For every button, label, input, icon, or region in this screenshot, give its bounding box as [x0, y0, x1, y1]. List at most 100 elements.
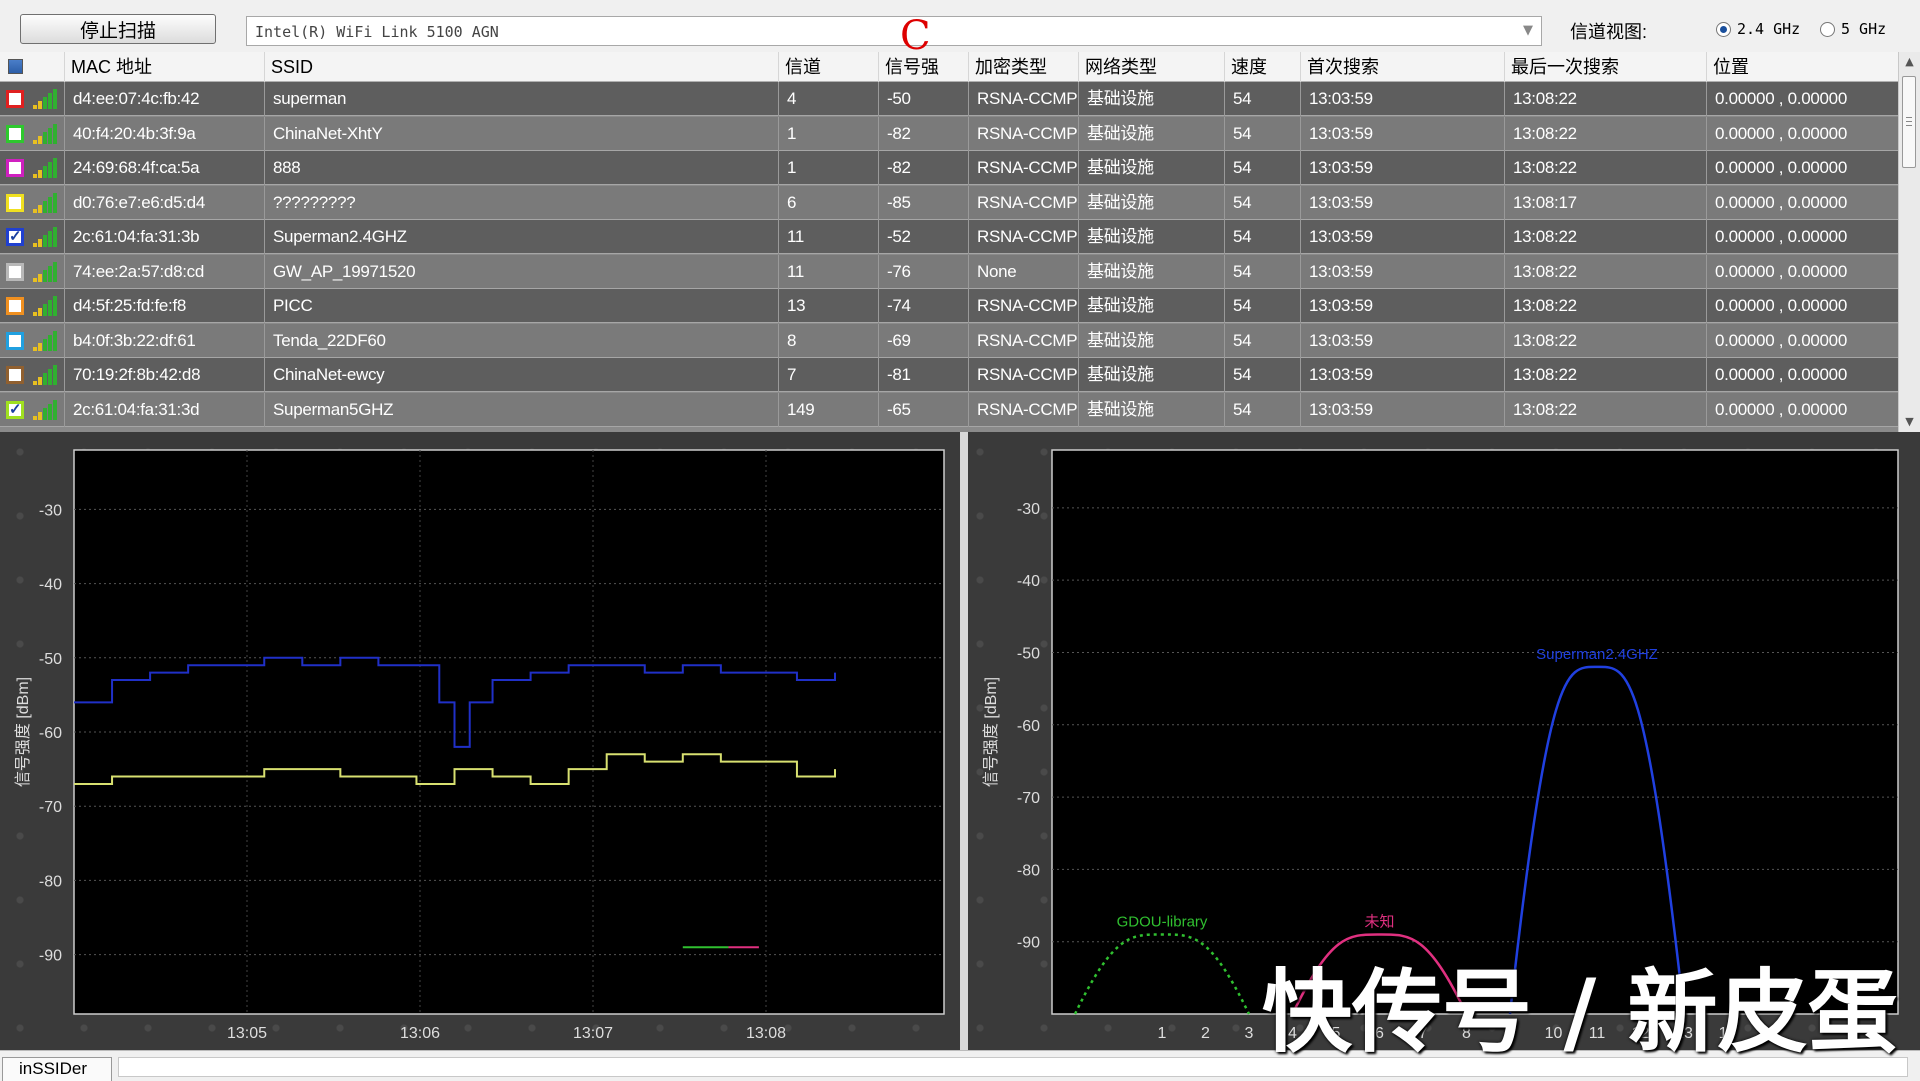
radio-selected-icon[interactable]	[1716, 21, 1731, 37]
cell-channel: 7	[778, 358, 878, 392]
cell-ssid: 888	[264, 151, 778, 185]
table-row[interactable]: b4:0f:3b:22:df:61 Tenda_22DF60 8 -69 RSNA-CC…	[0, 323, 1898, 358]
cell-location: 0.00000 , 0.00000	[1706, 82, 1898, 116]
table-row[interactable]: ✓ 2c:61:04:fa:31:3b Superman2.4GHZ 11 -52 RSN…	[0, 220, 1898, 254]
y-tick-label: -40	[39, 577, 62, 594]
col-location[interactable]: 位置	[1706, 52, 1898, 82]
table-scrollbar[interactable]: ▲ ▼	[1898, 52, 1920, 432]
signal-bars-icon	[33, 399, 57, 420]
col-ssid[interactable]: SSID	[264, 52, 778, 82]
x-tick-label: 1	[1158, 1025, 1167, 1042]
signal-bars-icon	[33, 123, 57, 144]
table-row[interactable]: d4:5f:25:fd:fe:f8 PICC 13 -74 RSNA-CCMP 基础设施 5…	[0, 289, 1898, 323]
y-tick-label: -70	[39, 799, 62, 816]
x-tick-label: 13:05	[227, 1025, 267, 1042]
table-row[interactable]: 74:ee:2a:57:d8:cd GW_AP_19971520 11 -76 None…	[0, 254, 1898, 289]
scroll-down-icon[interactable]: ▼	[1899, 412, 1920, 432]
cell-channel: 149	[778, 392, 878, 427]
adapter-select[interactable]: Intel(R) WiFi Link 5100 AGN ▼	[246, 16, 1542, 46]
y-axis-label: 信号强度 [dBm]	[982, 677, 1000, 787]
cell-ssid: ChinaNet-ewcy	[264, 358, 778, 392]
signal-bars-icon	[33, 330, 57, 351]
cell-network-type: 基础设施	[1078, 358, 1224, 392]
col-security[interactable]: 加密类型	[968, 52, 1078, 82]
table-row[interactable]: d4:ee:07:4c:fb:42 superman 4 -50 RSNA-CCMP 基础…	[0, 82, 1898, 116]
cell-speed: 54	[1224, 185, 1300, 220]
row-checkbox[interactable]	[6, 159, 24, 177]
x-tick-label: 3	[1245, 1025, 1254, 1042]
col-speed[interactable]: 速度	[1224, 52, 1300, 82]
cell-rssi: -65	[878, 392, 968, 427]
row-checkbox[interactable]	[6, 366, 24, 384]
series-label: Superman2.4GHZ	[1536, 646, 1658, 663]
row-checkbox[interactable]: ✓	[6, 400, 24, 419]
y-tick-label: -40	[1017, 573, 1040, 590]
app-tab[interactable]: inSSIDer	[2, 1057, 112, 1081]
watermark: 快传号 / 新皮蛋	[1262, 960, 1898, 1065]
col-first-seen[interactable]: 首次搜索	[1300, 52, 1504, 82]
cell-network-type: 基础设施	[1078, 151, 1224, 185]
select-all-checkbox[interactable]	[8, 59, 23, 74]
cell-network-type: 基础设施	[1078, 185, 1224, 220]
y-tick-label: -90	[1017, 935, 1040, 952]
signal-bars-icon	[33, 89, 57, 109]
cell-first-seen: 13:03:59	[1300, 116, 1504, 151]
row-checkbox[interactable]	[6, 297, 24, 315]
cell-channel: 4	[778, 82, 878, 116]
table-row[interactable]: 70:19:2f:8b:42:d8 ChinaNet-ewcy 7 -81 RSNA-C…	[0, 358, 1898, 392]
row-checkbox[interactable]	[6, 193, 24, 212]
row-checkbox[interactable]	[6, 262, 24, 281]
cell-security: RSNA-CCMP	[968, 358, 1078, 392]
y-axis-label: 信号强度 [dBm]	[14, 677, 32, 787]
cell-rssi: -85	[878, 185, 968, 220]
band-24ghz-label: 2.4 GHz	[1737, 20, 1801, 38]
cell-network-type: 基础设施	[1078, 323, 1224, 358]
band-24ghz-radio[interactable]: 2.4 GHz	[1716, 20, 1800, 38]
row-checkbox[interactable]: ✓	[6, 228, 24, 246]
stop-scan-button[interactable]: 停止扫描	[20, 14, 216, 44]
col-channel[interactable]: 信道	[778, 52, 878, 82]
cell-security: RSNA-CCMP	[968, 220, 1078, 254]
row-checkbox[interactable]	[6, 331, 24, 350]
cell-rssi: -74	[878, 289, 968, 323]
scroll-up-icon[interactable]: ▲	[1899, 52, 1920, 72]
cell-mac: 2c:61:04:fa:31:3d	[64, 392, 264, 427]
cell-ssid: superman	[264, 82, 778, 116]
radio-unselected-icon[interactable]	[1820, 21, 1835, 37]
col-network-type[interactable]: 网络类型	[1078, 52, 1224, 82]
cell-rssi: -82	[878, 151, 968, 185]
cell-last-seen: 13:08:22	[1504, 323, 1706, 358]
chevron-down-icon[interactable]: ▼	[1523, 23, 1533, 38]
cell-security: RSNA-CCMP	[968, 289, 1078, 323]
panel-divider[interactable]	[960, 432, 968, 1050]
cell-rssi: -52	[878, 220, 968, 254]
cell-rssi: -76	[878, 254, 968, 289]
cell-location: 0.00000 , 0.00000	[1706, 185, 1898, 220]
table-row[interactable]: 24:69:68:4f:ca:5a 888 1 -82 RSNA-CCMP 基础设施 54 1…	[0, 151, 1898, 185]
cell-rssi: -69	[878, 323, 968, 358]
series-label: 未知	[1364, 913, 1394, 930]
cell-speed: 54	[1224, 358, 1300, 392]
cell-ssid: ?????????	[264, 185, 778, 220]
cell-mac: 2c:61:04:fa:31:3b	[64, 220, 264, 254]
col-last-seen[interactable]: 最后一次搜索	[1504, 52, 1706, 82]
cell-first-seen: 13:03:59	[1300, 323, 1504, 358]
col-mac[interactable]: MAC 地址	[64, 52, 264, 82]
table-row[interactable]: d0:76:e7:e6:d5:d4????????? 6 -85 RSNA-CCMP 基…	[0, 185, 1898, 220]
cell-network-type: 基础设施	[1078, 116, 1224, 151]
row-checkbox[interactable]	[6, 90, 24, 108]
table-row[interactable]: 40:f4:20:4b:3f:9a ChinaNet-XhtY 1 -82 RSNA-C…	[0, 116, 1898, 151]
cell-security: RSNA-CCMP	[968, 151, 1078, 185]
cell-first-seen: 13:03:59	[1300, 82, 1504, 116]
cell-last-seen: 13:08:22	[1504, 254, 1706, 289]
band-5ghz-radio[interactable]: 5 GHz	[1820, 20, 1886, 38]
cell-speed: 54	[1224, 254, 1300, 289]
scroll-thumb[interactable]	[1902, 76, 1916, 168]
cell-network-type: 基础设施	[1078, 289, 1224, 323]
table-row[interactable]: ✓ 2c:61:04:fa:31:3d Superman5GHZ 149 -65 RSNA…	[0, 392, 1898, 427]
cell-security: RSNA-CCMP	[968, 323, 1078, 358]
cell-first-seen: 13:03:59	[1300, 358, 1504, 392]
cell-security: RSNA-CCMP	[968, 82, 1078, 116]
row-checkbox[interactable]	[6, 124, 24, 143]
signal-bars-icon	[33, 365, 57, 385]
